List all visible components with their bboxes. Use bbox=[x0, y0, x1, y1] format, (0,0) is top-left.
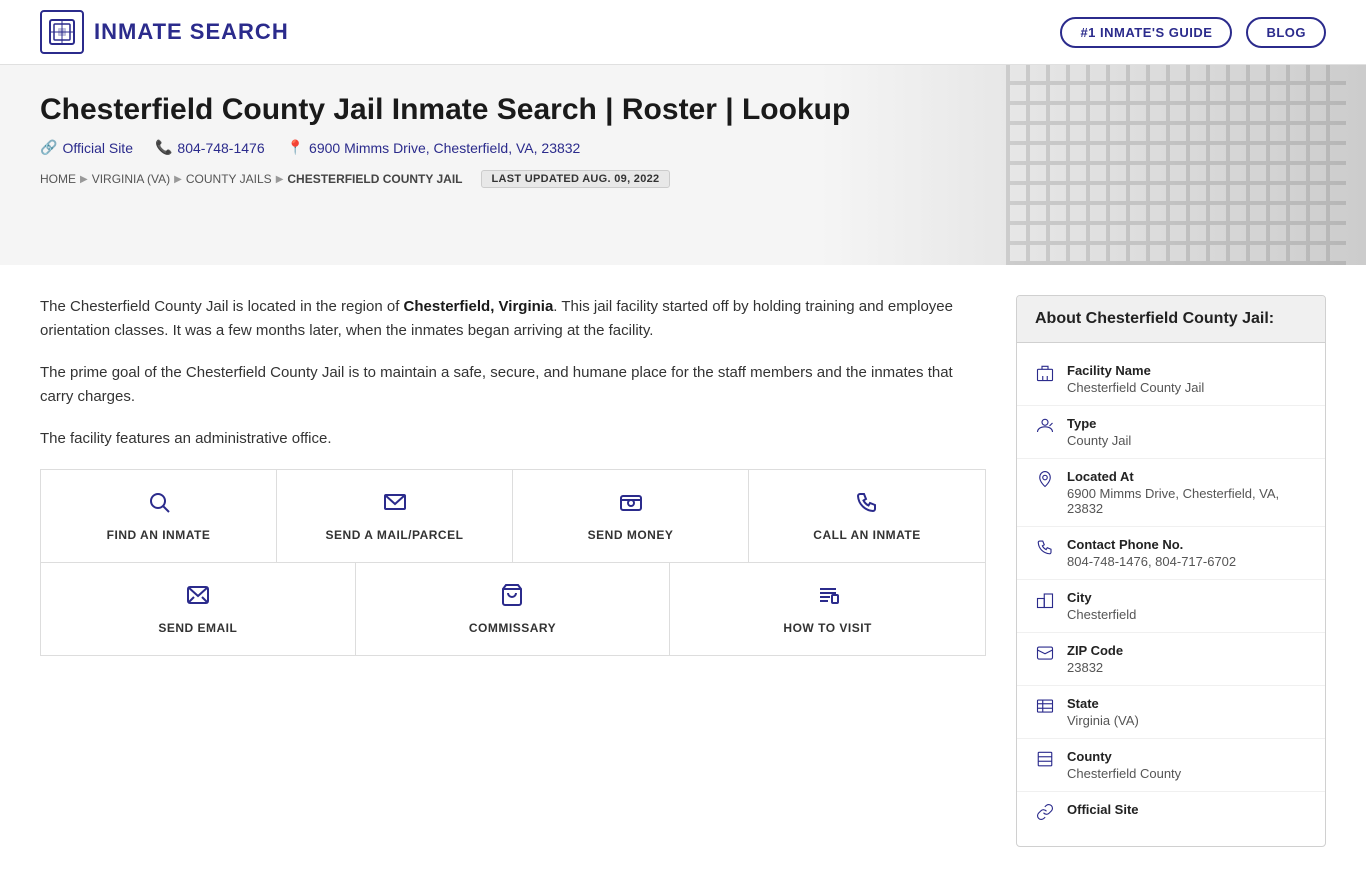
commissary-icon bbox=[500, 583, 524, 613]
about-list: Facility Name Chesterfield County Jail T… bbox=[1017, 343, 1325, 846]
send-money-label: SEND MONEY bbox=[588, 528, 674, 542]
send-email-label: SEND EMAIL bbox=[158, 621, 237, 635]
about-row-located-at: Located At 6900 Mimms Drive, Chesterfiel… bbox=[1017, 459, 1325, 527]
phone-about-icon bbox=[1035, 538, 1055, 561]
send-mail-icon bbox=[383, 490, 407, 520]
about-row-city: City Chesterfield bbox=[1017, 580, 1325, 633]
logo-text: INMATE SEARCH bbox=[94, 19, 289, 45]
logo-link[interactable]: INMATE SEARCH bbox=[40, 10, 289, 54]
send-email-icon bbox=[186, 583, 210, 613]
about-row-official-site: Official Site bbox=[1017, 792, 1325, 836]
action-find-inmate[interactable]: FIND AN INMATE bbox=[41, 470, 277, 562]
about-row-phone: Contact Phone No. 804-748-1476, 804-717-… bbox=[1017, 527, 1325, 580]
description-para1: The Chesterfield County Jail is located … bbox=[40, 295, 986, 343]
breadcrumb-category[interactable]: COUNTY JAILS bbox=[186, 172, 272, 186]
left-column: The Chesterfield County Jail is located … bbox=[40, 295, 986, 847]
about-header: About Chesterfield County Jail: bbox=[1017, 296, 1325, 343]
how-to-visit-label: HOW TO VISIT bbox=[783, 621, 871, 635]
action-grid-top: FIND AN INMATE SEND A MAIL/PARCEL bbox=[40, 469, 986, 563]
logo-icon bbox=[40, 10, 84, 54]
breadcrumb: HOME ▶ VIRGINIA (VA) ▶ COUNTY JAILS ▶ CH… bbox=[40, 170, 1326, 188]
phone-meta: 📞 804-748-1476 bbox=[155, 139, 265, 156]
location-at-icon bbox=[1035, 470, 1055, 493]
action-send-money[interactable]: SEND MONEY bbox=[513, 470, 749, 562]
about-row-facility-name: Facility Name Chesterfield County Jail bbox=[1017, 353, 1325, 406]
zip-icon bbox=[1035, 644, 1055, 667]
about-box: About Chesterfield County Jail: Facility… bbox=[1016, 295, 1326, 847]
link-icon: 🔗 bbox=[40, 139, 57, 156]
action-call-inmate[interactable]: CALL AN INMATE bbox=[749, 470, 985, 562]
facility-icon bbox=[1035, 364, 1055, 387]
find-inmate-icon bbox=[147, 490, 171, 520]
action-how-to-visit[interactable]: HOW TO VISIT bbox=[670, 563, 985, 655]
hero-meta: 🔗 Official Site 📞 804-748-1476 📍 6900 Mi… bbox=[40, 139, 1326, 156]
about-row-state: State Virginia (VA) bbox=[1017, 686, 1325, 739]
action-grid-bottom: SEND EMAIL COMMISSARY bbox=[40, 563, 986, 656]
breadcrumb-current: CHESTERFIELD COUNTY JAIL bbox=[287, 172, 462, 186]
header-nav: #1 INMATE'S GUIDE BLOG bbox=[1060, 17, 1326, 48]
guide-button[interactable]: #1 INMATE'S GUIDE bbox=[1060, 17, 1232, 48]
site-header: INMATE SEARCH #1 INMATE'S GUIDE BLOG bbox=[0, 0, 1366, 65]
description-section: The Chesterfield County Jail is located … bbox=[40, 295, 986, 451]
location-icon: 📍 bbox=[287, 139, 304, 156]
state-icon bbox=[1035, 697, 1055, 720]
breadcrumb-sep-1: ▶ bbox=[80, 174, 88, 185]
breadcrumb-home[interactable]: HOME bbox=[40, 172, 76, 186]
breadcrumb-sep-2: ▶ bbox=[174, 174, 182, 185]
how-to-visit-icon bbox=[816, 583, 840, 613]
hero-section: Chesterfield County Jail Inmate Search |… bbox=[0, 65, 1366, 265]
county-icon bbox=[1035, 750, 1055, 773]
official-site-icon bbox=[1035, 803, 1055, 826]
official-site-link[interactable]: 🔗 Official Site bbox=[40, 139, 133, 156]
about-row-type: Type County Jail bbox=[1017, 406, 1325, 459]
main-content: The Chesterfield County Jail is located … bbox=[0, 265, 1366, 877]
action-send-mail[interactable]: SEND A MAIL/PARCEL bbox=[277, 470, 513, 562]
description-para3: The facility features an administrative … bbox=[40, 427, 986, 451]
type-icon bbox=[1035, 417, 1055, 440]
send-money-icon bbox=[619, 490, 643, 520]
blog-button[interactable]: BLOG bbox=[1246, 17, 1326, 48]
city-icon bbox=[1035, 591, 1055, 614]
action-commissary[interactable]: COMMISSARY bbox=[356, 563, 671, 655]
about-row-county: County Chesterfield County bbox=[1017, 739, 1325, 792]
last-updated-badge: LAST UPDATED AUG. 09, 2022 bbox=[481, 170, 671, 188]
page-title: Chesterfield County Jail Inmate Search |… bbox=[40, 93, 1326, 127]
address-meta: 📍 6900 Mimms Drive, Chesterfield, VA, 23… bbox=[287, 139, 581, 156]
action-send-email[interactable]: SEND EMAIL bbox=[41, 563, 356, 655]
call-inmate-label: CALL AN INMATE bbox=[813, 528, 920, 542]
about-row-zip: ZIP Code 23832 bbox=[1017, 633, 1325, 686]
breadcrumb-state[interactable]: VIRGINIA (VA) bbox=[92, 172, 170, 186]
phone-icon: 📞 bbox=[155, 139, 172, 156]
call-inmate-icon bbox=[855, 490, 879, 520]
find-inmate-label: FIND AN INMATE bbox=[107, 528, 211, 542]
send-mail-label: SEND A MAIL/PARCEL bbox=[326, 528, 464, 542]
right-column: About Chesterfield County Jail: Facility… bbox=[1016, 295, 1326, 847]
breadcrumb-sep-3: ▶ bbox=[276, 174, 284, 185]
description-para2: The prime goal of the Chesterfield Count… bbox=[40, 361, 986, 409]
commissary-label: COMMISSARY bbox=[469, 621, 556, 635]
